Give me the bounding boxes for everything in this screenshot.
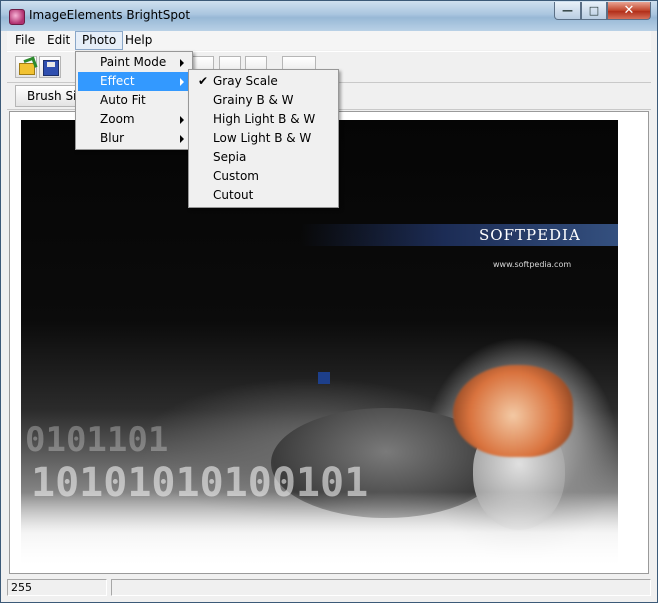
menu-item-label: Paint Mode: [100, 55, 167, 69]
menu-item-paint-mode[interactable]: Paint Mode: [78, 53, 190, 72]
menu-item-blur[interactable]: Blur: [78, 129, 190, 148]
photo-menu: Paint Mode Effect Auto Fit Zoom Blur: [75, 51, 193, 150]
menu-item-label: High Light B & W: [213, 112, 316, 126]
menu-item-label: Effect: [100, 74, 135, 88]
save-button[interactable]: [39, 56, 61, 78]
menu-item-zoom[interactable]: Zoom: [78, 110, 190, 129]
maximize-icon: □: [588, 4, 600, 17]
menu-file[interactable]: File: [9, 31, 41, 50]
close-button[interactable]: ✕: [607, 2, 651, 20]
open-button[interactable]: [15, 56, 38, 78]
status-pane: [111, 579, 651, 596]
app-icon: [9, 9, 25, 25]
menu-bar: File Edit Photo Help: [7, 31, 651, 50]
submenu-arrow-icon: [180, 135, 184, 143]
menu-item-custom[interactable]: Custom: [191, 167, 336, 186]
status-bar: 255: [7, 578, 651, 597]
effect-submenu: ✔ Gray Scale Grainy B & W High Light B &…: [188, 69, 339, 208]
check-icon: ✔: [198, 74, 209, 88]
menu-item-gray-scale[interactable]: ✔ Gray Scale: [191, 72, 336, 91]
photo-white-fade: [21, 492, 618, 566]
title-bar[interactable]: ImageElements BrightSpot — □ ✕: [1, 1, 657, 31]
menu-item-cutout[interactable]: Cutout: [191, 186, 336, 205]
menu-item-label: Auto Fit: [100, 93, 146, 107]
menu-item-label: Blur: [100, 131, 125, 145]
status-value: 255: [7, 579, 107, 596]
photo-logo-url: www.softpedia.com: [493, 260, 572, 269]
maximize-button[interactable]: □: [581, 2, 607, 20]
menu-item-sepia[interactable]: Sepia: [191, 148, 336, 167]
brush-cursor: [318, 372, 330, 384]
minimize-button[interactable]: —: [554, 2, 581, 20]
app-window: ImageElements BrightSpot — □ ✕ File Edit…: [0, 0, 658, 603]
window-title: ImageElements BrightSpot: [29, 8, 191, 22]
submenu-arrow-icon: [180, 116, 184, 124]
menu-item-label: Zoom: [100, 112, 135, 126]
menu-item-high-light-bw[interactable]: High Light B & W: [191, 110, 336, 129]
photo-logo-text: SOFTPEDIA: [479, 226, 581, 244]
menu-edit[interactable]: Edit: [41, 31, 76, 50]
menu-item-label: Cutout: [213, 188, 254, 202]
menu-item-label: Grainy B & W: [213, 93, 294, 107]
menu-item-label: Sepia: [213, 150, 247, 164]
submenu-arrow-icon: [180, 59, 184, 67]
save-disk-icon: [43, 60, 59, 76]
menu-item-label: Gray Scale: [213, 74, 278, 88]
menu-item-label: Low Light B & W: [213, 131, 312, 145]
menu-item-label: Custom: [213, 169, 259, 183]
menu-item-auto-fit[interactable]: Auto Fit: [78, 91, 190, 110]
submenu-arrow-icon: [180, 78, 184, 86]
menu-item-grainy-bw[interactable]: Grainy B & W: [191, 91, 336, 110]
menu-photo[interactable]: Photo: [75, 31, 124, 50]
open-arrow-icon: [23, 56, 38, 71]
menu-help[interactable]: Help: [119, 31, 158, 50]
menu-item-low-light-bw[interactable]: Low Light B & W: [191, 129, 336, 148]
photo-digits-row-1: 0101101: [25, 420, 169, 460]
brush-size-button[interactable]: Brush Size: [15, 85, 81, 107]
minimize-icon: —: [562, 4, 573, 17]
menu-item-effect[interactable]: Effect: [78, 72, 190, 91]
photo-figure-hair: [453, 365, 573, 457]
close-icon: ✕: [623, 3, 635, 18]
